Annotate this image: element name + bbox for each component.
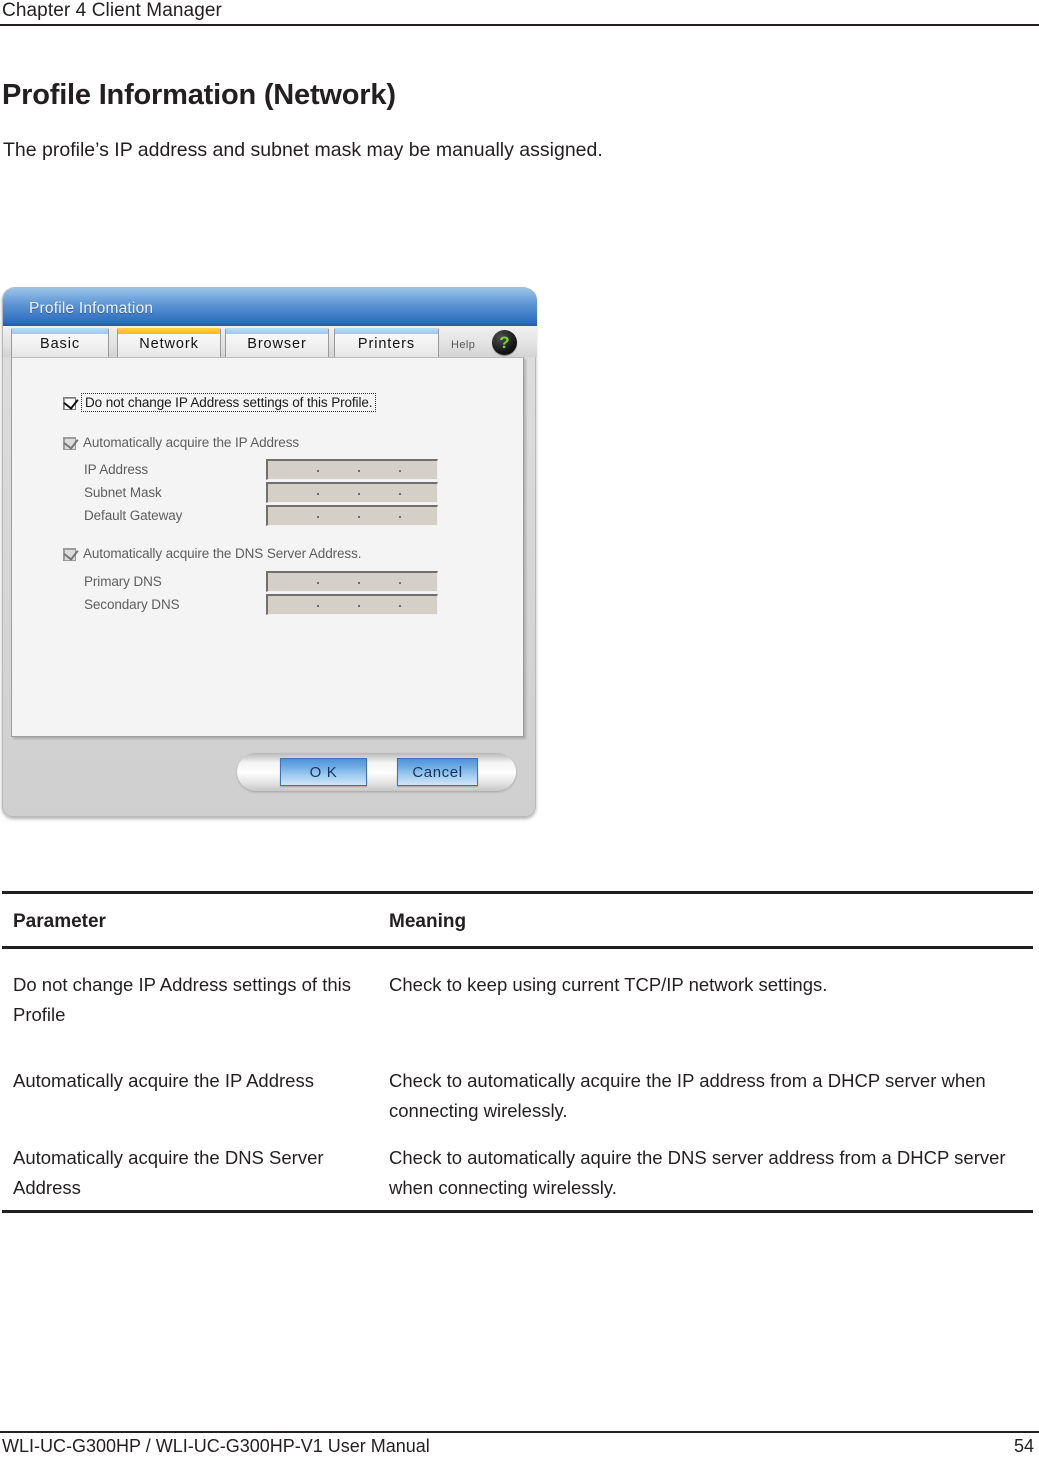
tab-network[interactable]: Network <box>117 328 221 357</box>
ok-button-label: O K <box>309 764 338 781</box>
field-subnet-mask-label: Subnet Mask <box>84 485 162 500</box>
dialog-title: Profile Infomation <box>29 300 154 317</box>
ok-button[interactable]: O K <box>280 758 367 786</box>
running-head-rule <box>0 24 1039 26</box>
footer-rule <box>0 1431 1039 1433</box>
table-row-meaning: Check to keep using current TCP/IP netwo… <box>389 974 828 995</box>
footer-manual-name: WLI-UC-G300HP / WLI-UC-G300HP-V1 User Ma… <box>2 1436 430 1456</box>
dialog-button-bar: O K Cancel <box>237 753 516 791</box>
checkbox-do-not-change-ip-label: Do not change IP Address settings of thi… <box>81 393 377 412</box>
question-mark-icon[interactable]: ? <box>492 330 517 355</box>
tab-accent-bar <box>12 328 108 334</box>
dialog-titlebar: Profile Infomation <box>3 288 537 326</box>
check-tick-icon <box>63 434 79 450</box>
table-row-meaning: Check to automatically aquire the DNS se… <box>389 1147 1006 1198</box>
help-label: Help <box>451 339 476 351</box>
checkbox-auto-acquire-ip[interactable] <box>63 434 79 450</box>
input-primary-dns[interactable] <box>266 571 438 592</box>
table-header-meaning: Meaning <box>389 911 467 932</box>
field-primary-dns-label: Primary DNS <box>84 574 162 589</box>
checkbox-auto-acquire-dns[interactable] <box>63 545 79 561</box>
dialog-tabstrip: Basic Network Browser Printers Help ? <box>3 326 537 357</box>
table-row-parameter: Automatically acquire the IP Address <box>13 1070 314 1091</box>
checkbox-do-not-change-ip[interactable] <box>63 394 79 410</box>
help-area[interactable]: Help ? <box>446 328 530 357</box>
check-tick-icon <box>63 545 79 561</box>
running-head: Chapter 4 Client Manager <box>0 0 1039 26</box>
table-row-meaning: Check to automatically acquire the IP ad… <box>389 1070 986 1121</box>
dialog-frame: Profile Infomation Basic Network Browser… <box>2 287 537 817</box>
input-default-gateway[interactable] <box>266 505 438 526</box>
checkbox-auto-acquire-ip-label: Automatically acquire the IP Address <box>83 435 300 450</box>
input-ip-address[interactable] <box>266 459 438 480</box>
input-secondary-dns[interactable] <box>266 594 438 615</box>
table-row-parameter: Automatically acquire the DNS Server Add… <box>13 1147 324 1198</box>
tab-printers-label: Printers <box>357 336 416 352</box>
check-tick-icon <box>63 394 79 410</box>
question-mark-glyph: ? <box>499 333 510 352</box>
field-secondary-dns-label: Secondary DNS <box>84 597 180 612</box>
input-subnet-mask[interactable] <box>266 482 438 503</box>
profile-information-dialog: Profile Infomation Basic Network Browser… <box>2 287 537 817</box>
tab-network-label: Network <box>139 336 199 352</box>
checkbox-auto-acquire-dns-label: Automatically acquire the DNS Server Add… <box>83 546 362 561</box>
tab-browser-label: Browser <box>247 336 307 352</box>
table-rule-top <box>2 891 1033 894</box>
table-rule-bottom <box>2 1210 1033 1213</box>
table-row-parameter: Do not change IP Address settings of thi… <box>13 974 352 1025</box>
tab-printers[interactable]: Printers <box>334 328 439 357</box>
page-title: Profile Information (Network) <box>2 79 396 111</box>
tab-accent-bar-active <box>118 328 220 334</box>
footer-page-number: 54 <box>1013 1436 1034 1456</box>
running-head-text: Chapter 4 Client Manager <box>2 0 222 21</box>
intro-paragraph: The profile’s IP address and subnet mask… <box>3 139 603 161</box>
table-header-parameter: Parameter <box>13 911 106 932</box>
field-default-gateway-label: Default Gateway <box>84 508 183 523</box>
cancel-button[interactable]: Cancel <box>397 758 478 786</box>
tab-accent-bar <box>226 328 328 334</box>
cancel-button-label: Cancel <box>412 764 463 781</box>
tab-browser[interactable]: Browser <box>225 328 329 357</box>
dialog-content-panel: Do not change IP Address settings of thi… <box>11 357 524 737</box>
field-ip-address-label: IP Address <box>84 462 149 477</box>
tab-accent-bar <box>335 328 438 334</box>
tab-basic[interactable]: Basic <box>11 328 109 357</box>
tab-basic-label: Basic <box>40 336 80 352</box>
table-rule-header <box>2 946 1033 949</box>
